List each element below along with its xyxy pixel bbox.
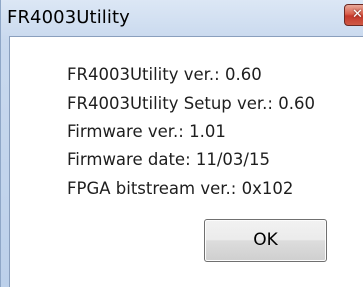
window-title: FR4003Utility: [7, 7, 130, 28]
close-icon: ✕: [352, 7, 363, 22]
close-button[interactable]: ✕: [344, 4, 363, 26]
ok-button[interactable]: OK: [204, 219, 327, 262]
about-dialog-window: FR4003Utility ✕ FR4003Utility ver.: 0.60…: [0, 0, 363, 287]
fpga-bitstream-version-text: FPGA bitstream ver.: 0x102: [67, 179, 294, 198]
firmware-version-text: Firmware ver.: 1.01: [67, 122, 226, 141]
firmware-date-text: Firmware date: 11/03/15: [67, 150, 270, 169]
title-bar[interactable]: FR4003Utility ✕: [1, 0, 363, 34]
utility-version-text: FR4003Utility ver.: 0.60: [67, 65, 262, 84]
setup-version-text: FR4003Utility Setup ver.: 0.60: [67, 94, 315, 113]
